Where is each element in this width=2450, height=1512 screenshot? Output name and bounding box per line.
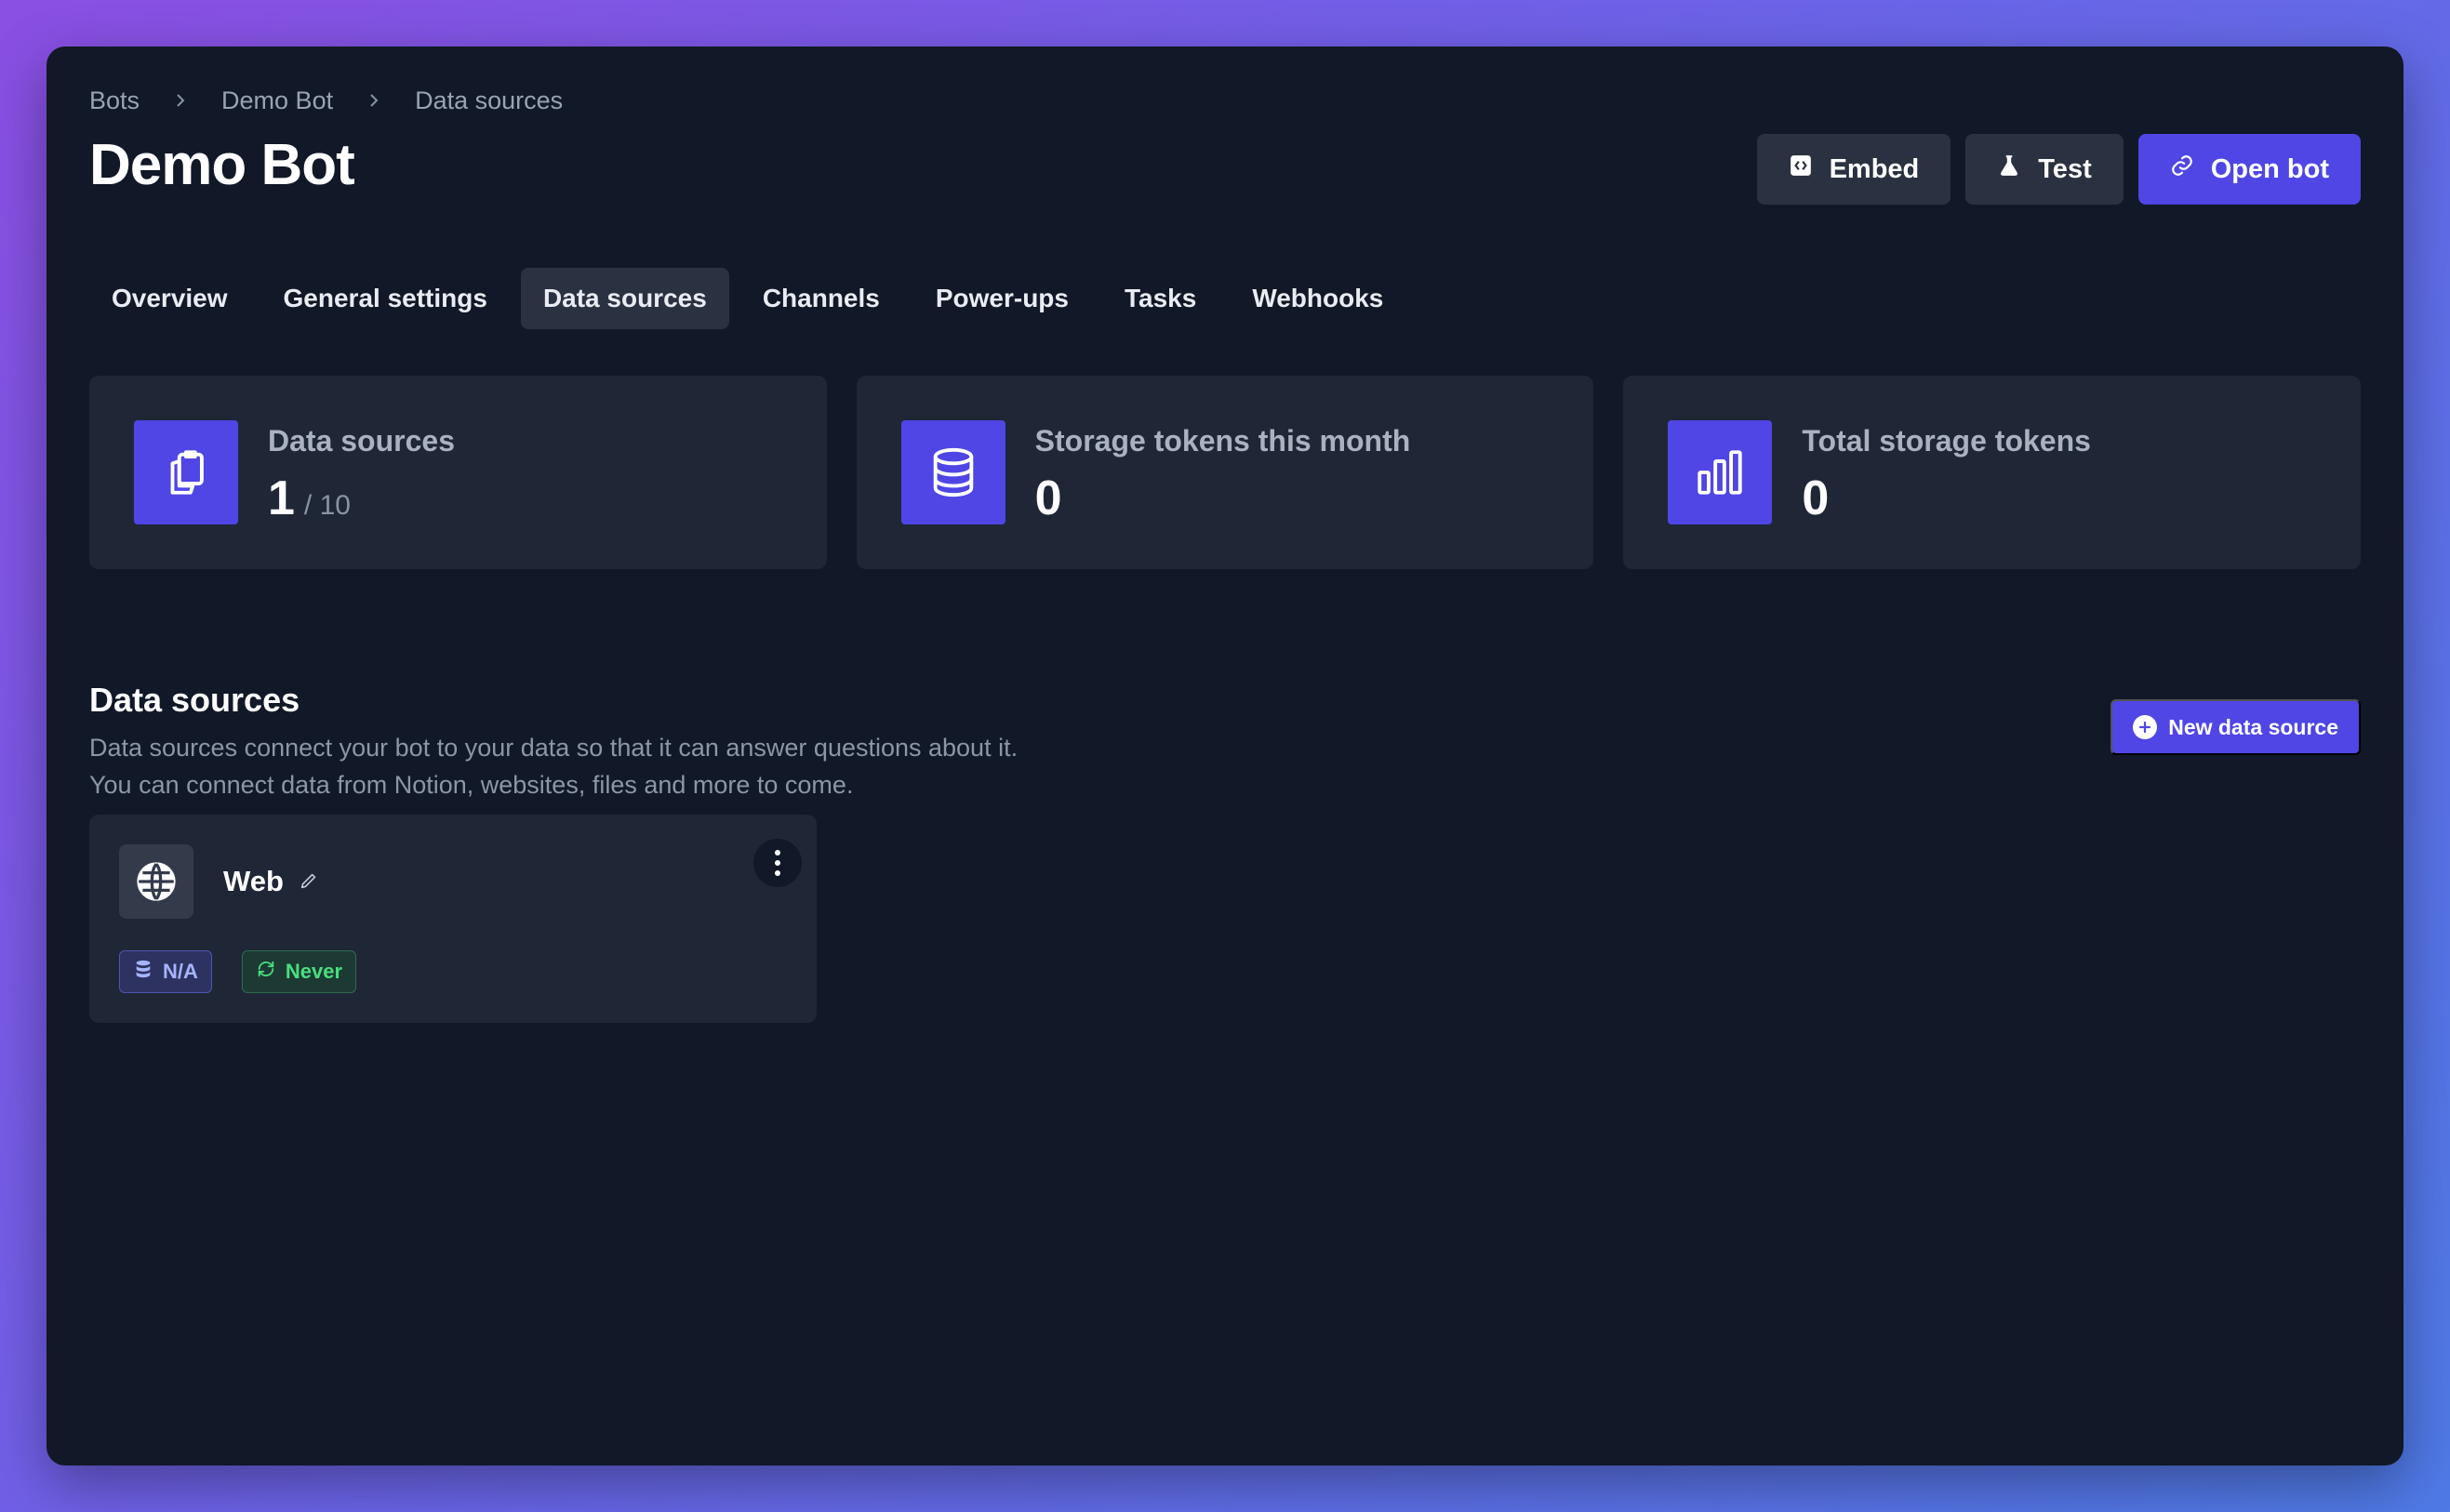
pencil-icon[interactable] bbox=[299, 865, 319, 898]
open-bot-label: Open bot bbox=[2210, 153, 2329, 184]
page-title: Demo Bot bbox=[89, 133, 355, 197]
data-source-name-text: Web bbox=[223, 865, 284, 897]
stat-value-number: 1 bbox=[268, 471, 295, 525]
clipboard-icon bbox=[134, 420, 238, 524]
bar-chart-icon bbox=[1668, 420, 1773, 524]
stat-value-number: 0 bbox=[1034, 471, 1062, 525]
tab-tasks[interactable]: Tasks bbox=[1102, 268, 1218, 329]
header-actions: Embed Test Open bot bbox=[1756, 134, 2361, 205]
stat-card-total-storage: Total storage tokens 0 bbox=[1623, 376, 2362, 569]
app-window: Bots Demo Bot Data sources Demo Bot Embe… bbox=[47, 46, 2403, 1466]
link-icon bbox=[2170, 153, 2194, 185]
tab-overview[interactable]: Overview bbox=[89, 268, 250, 329]
open-bot-button[interactable]: Open bot bbox=[2137, 134, 2361, 205]
database-icon bbox=[900, 420, 1005, 524]
breadcrumb-demo-bot[interactable]: Demo Bot bbox=[221, 86, 333, 115]
data-source-badges: N/A Never bbox=[119, 950, 357, 993]
breadcrumb: Bots Demo Bot Data sources bbox=[89, 84, 563, 117]
new-data-source-label: New data source bbox=[2168, 714, 2338, 739]
refresh-icon bbox=[256, 959, 276, 985]
flask-icon bbox=[1997, 153, 2021, 185]
tab-bar: Overview General settings Data sources C… bbox=[89, 268, 1405, 329]
more-options-button[interactable] bbox=[753, 839, 802, 887]
tab-data-sources[interactable]: Data sources bbox=[520, 268, 729, 329]
storage-badge: N/A bbox=[119, 950, 212, 993]
stats-row: Data sources 1 / 10 Storage tokens this … bbox=[89, 376, 2362, 569]
stat-value: 1 / 10 bbox=[268, 471, 351, 526]
stat-card-data-sources: Data sources 1 / 10 bbox=[89, 376, 827, 569]
sync-badge: Never bbox=[241, 950, 357, 993]
globe-icon bbox=[119, 844, 193, 919]
tab-general-settings[interactable]: General settings bbox=[261, 268, 510, 329]
stat-value: 0 bbox=[1802, 471, 1829, 526]
test-button[interactable]: Test bbox=[1965, 134, 2124, 205]
new-data-source-button[interactable]: New data source bbox=[2110, 699, 2361, 755]
stat-label: Total storage tokens bbox=[1802, 424, 2091, 458]
tab-webhooks[interactable]: Webhooks bbox=[1230, 268, 1405, 329]
chevron-right-icon bbox=[140, 91, 221, 110]
tab-channels[interactable]: Channels bbox=[740, 268, 902, 329]
chevron-right-icon bbox=[333, 91, 415, 110]
breadcrumb-current: Data sources bbox=[415, 86, 564, 114]
section-title: Data sources bbox=[89, 681, 300, 719]
data-source-card[interactable]: Web N/A Never bbox=[89, 815, 817, 1023]
section-description: Data sources connect your bot to your da… bbox=[89, 734, 1019, 799]
more-vertical-icon bbox=[775, 850, 780, 876]
stat-label: Data sources bbox=[268, 424, 455, 458]
sync-badge-text: Never bbox=[285, 960, 343, 983]
tab-power-ups[interactable]: Power-ups bbox=[913, 268, 1091, 329]
storage-badge-text: N/A bbox=[163, 960, 198, 983]
code-icon bbox=[1789, 153, 1813, 185]
stat-card-storage-month: Storage tokens this month 0 bbox=[856, 376, 1594, 569]
embed-button[interactable]: Embed bbox=[1756, 134, 1951, 205]
plus-circle-icon bbox=[2133, 715, 2158, 739]
database-icon bbox=[133, 959, 153, 985]
stat-value-number: 0 bbox=[1802, 471, 1830, 525]
embed-label: Embed bbox=[1829, 153, 1920, 184]
data-source-name: Web bbox=[223, 865, 319, 898]
stat-value: 0 bbox=[1035, 471, 1062, 526]
stat-value-limit: / 10 bbox=[303, 490, 351, 521]
test-label: Test bbox=[2038, 153, 2092, 184]
stat-label: Storage tokens this month bbox=[1034, 424, 1411, 458]
breadcrumb-bots[interactable]: Bots bbox=[89, 86, 140, 115]
